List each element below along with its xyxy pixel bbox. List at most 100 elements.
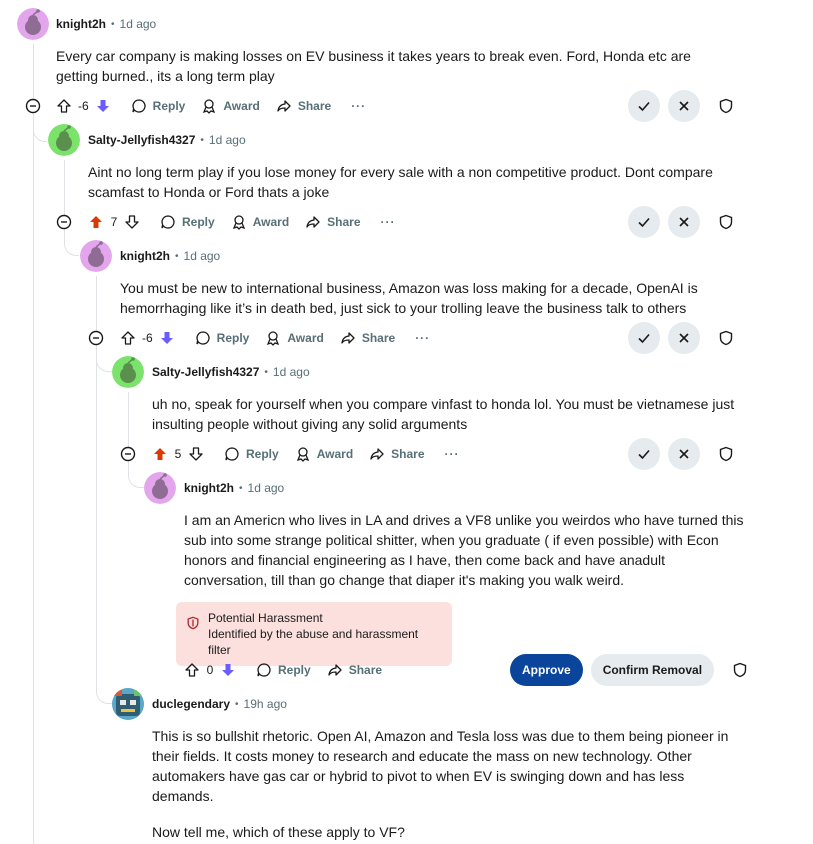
award-button[interactable]: Award [295, 446, 353, 462]
shield-alert-icon [187, 616, 199, 630]
timestamp[interactable]: 1d ago [120, 17, 157, 31]
reply-button[interactable]: Reply [256, 662, 311, 678]
mod-actions [628, 90, 742, 122]
vote-group: 5 [152, 446, 204, 462]
downvote-icon[interactable] [188, 446, 204, 462]
share-button[interactable]: Share [369, 446, 425, 462]
username[interactable]: knight2h [56, 17, 106, 31]
reply-label: Reply [216, 331, 250, 345]
reply-label: Reply [278, 663, 311, 677]
avatar[interactable] [80, 240, 112, 272]
approve-check-button[interactable] [628, 438, 660, 470]
award-icon [203, 99, 216, 114]
upvote-icon[interactable] [56, 98, 72, 114]
mod-actions: Approve Confirm Removal [510, 654, 756, 686]
comment-body: You must be new to international busines… [120, 280, 698, 316]
thread-line-l0[interactable] [33, 44, 34, 844]
reply-button[interactable]: Reply [131, 98, 185, 114]
mod-shield-button[interactable] [710, 206, 742, 238]
username[interactable]: duclegendary [152, 697, 230, 711]
collapse-button[interactable] [88, 330, 104, 346]
timestamp[interactable]: 19h ago [244, 697, 287, 711]
separator-dot: • [175, 250, 179, 262]
comment-meta: knight2h • 1d ago [56, 14, 156, 34]
reply-button[interactable]: Reply [160, 214, 215, 230]
mod-actions [628, 322, 742, 354]
avatar[interactable] [48, 124, 80, 156]
share-button[interactable]: Share [340, 330, 395, 346]
mod-shield-button[interactable] [710, 438, 742, 470]
confirm-removal-button[interactable]: Confirm Removal [590, 654, 715, 686]
more-options-icon[interactable]: ··· [445, 447, 460, 461]
approve-check-button[interactable] [628, 206, 660, 238]
vote-count: 0 [206, 663, 214, 677]
username[interactable]: Salty-Jellyfish4327 [88, 133, 195, 147]
downvote-icon[interactable] [95, 98, 111, 114]
timestamp[interactable]: 1d ago [184, 249, 221, 263]
share-button[interactable]: Share [276, 98, 331, 114]
thread-elbow [128, 462, 144, 488]
collapse-button[interactable] [56, 214, 72, 230]
checkmark-icon [638, 101, 650, 112]
avatar[interactable] [112, 688, 144, 720]
comment-actions: -6 Reply Award Share ··· [120, 322, 430, 354]
username[interactable]: Salty-Jellyfish4327 [152, 365, 259, 379]
more-options-icon[interactable]: ··· [351, 99, 366, 113]
vote-group: 0 [184, 662, 236, 678]
username[interactable]: knight2h [184, 481, 234, 495]
username[interactable]: knight2h [120, 249, 170, 263]
warning-title: Potential Harassment [208, 611, 323, 625]
award-button[interactable]: Award [231, 214, 289, 230]
reply-button[interactable]: Reply [224, 446, 279, 462]
mod-shield-button[interactable] [710, 322, 742, 354]
remove-button[interactable] [668, 322, 700, 354]
more-options-icon[interactable]: ··· [415, 331, 430, 345]
share-button[interactable]: Share [327, 662, 382, 678]
remove-button[interactable] [668, 206, 700, 238]
reply-label: Reply [246, 447, 279, 461]
upvote-icon[interactable] [120, 330, 136, 346]
comment-actions: 0 Reply Share [184, 654, 382, 686]
comment-body: I am an Americn who lives in LA and driv… [184, 512, 744, 588]
separator-dot: • [200, 134, 204, 146]
vote-count: -6 [142, 331, 153, 345]
approve-check-button[interactable] [628, 322, 660, 354]
reply-button[interactable]: Reply [195, 330, 250, 346]
downvote-icon[interactable] [124, 214, 140, 230]
upvote-icon[interactable] [184, 662, 200, 678]
award-button[interactable]: Award [201, 98, 260, 114]
approve-check-button[interactable] [628, 90, 660, 122]
collapse-button[interactable] [25, 98, 41, 114]
collapse-button[interactable] [120, 446, 136, 462]
share-label: Share [297, 99, 332, 113]
upvote-icon[interactable] [88, 214, 104, 230]
timestamp[interactable]: 1d ago [209, 133, 246, 147]
share-label: Share [327, 215, 361, 229]
avatar[interactable] [112, 356, 144, 388]
comment-body: uh no, speak for yourself when you compa… [152, 396, 735, 432]
vote-group: -6 [120, 330, 175, 346]
vote-group: 7 [88, 214, 140, 230]
mod-shield-button[interactable] [724, 654, 756, 686]
timestamp[interactable]: 1d ago [248, 481, 285, 495]
approve-button[interactable]: Approve [510, 654, 583, 686]
comment-icon [161, 215, 175, 229]
remove-button[interactable] [668, 90, 700, 122]
more-options-icon[interactable]: ··· [381, 215, 396, 229]
minus-circle-icon [25, 98, 41, 114]
comment-meta: knight2h • 1d ago [120, 246, 220, 266]
downvote-icon[interactable] [220, 662, 236, 678]
avatar[interactable] [144, 472, 176, 504]
downvote-icon[interactable] [159, 330, 175, 346]
avatar[interactable] [17, 8, 49, 40]
timestamp[interactable]: 1d ago [273, 365, 310, 379]
upvote-icon[interactable] [152, 446, 168, 462]
thread-line-l2b[interactable] [96, 346, 97, 686]
comment-icon [196, 331, 210, 345]
thread-elbow [33, 120, 47, 142]
mod-shield-button[interactable] [710, 90, 742, 122]
comment-meta: Salty-Jellyfish4327 • 1d ago [88, 130, 246, 150]
share-button[interactable]: Share [305, 214, 361, 230]
award-button[interactable]: Award [265, 330, 324, 346]
remove-button[interactable] [668, 438, 700, 470]
